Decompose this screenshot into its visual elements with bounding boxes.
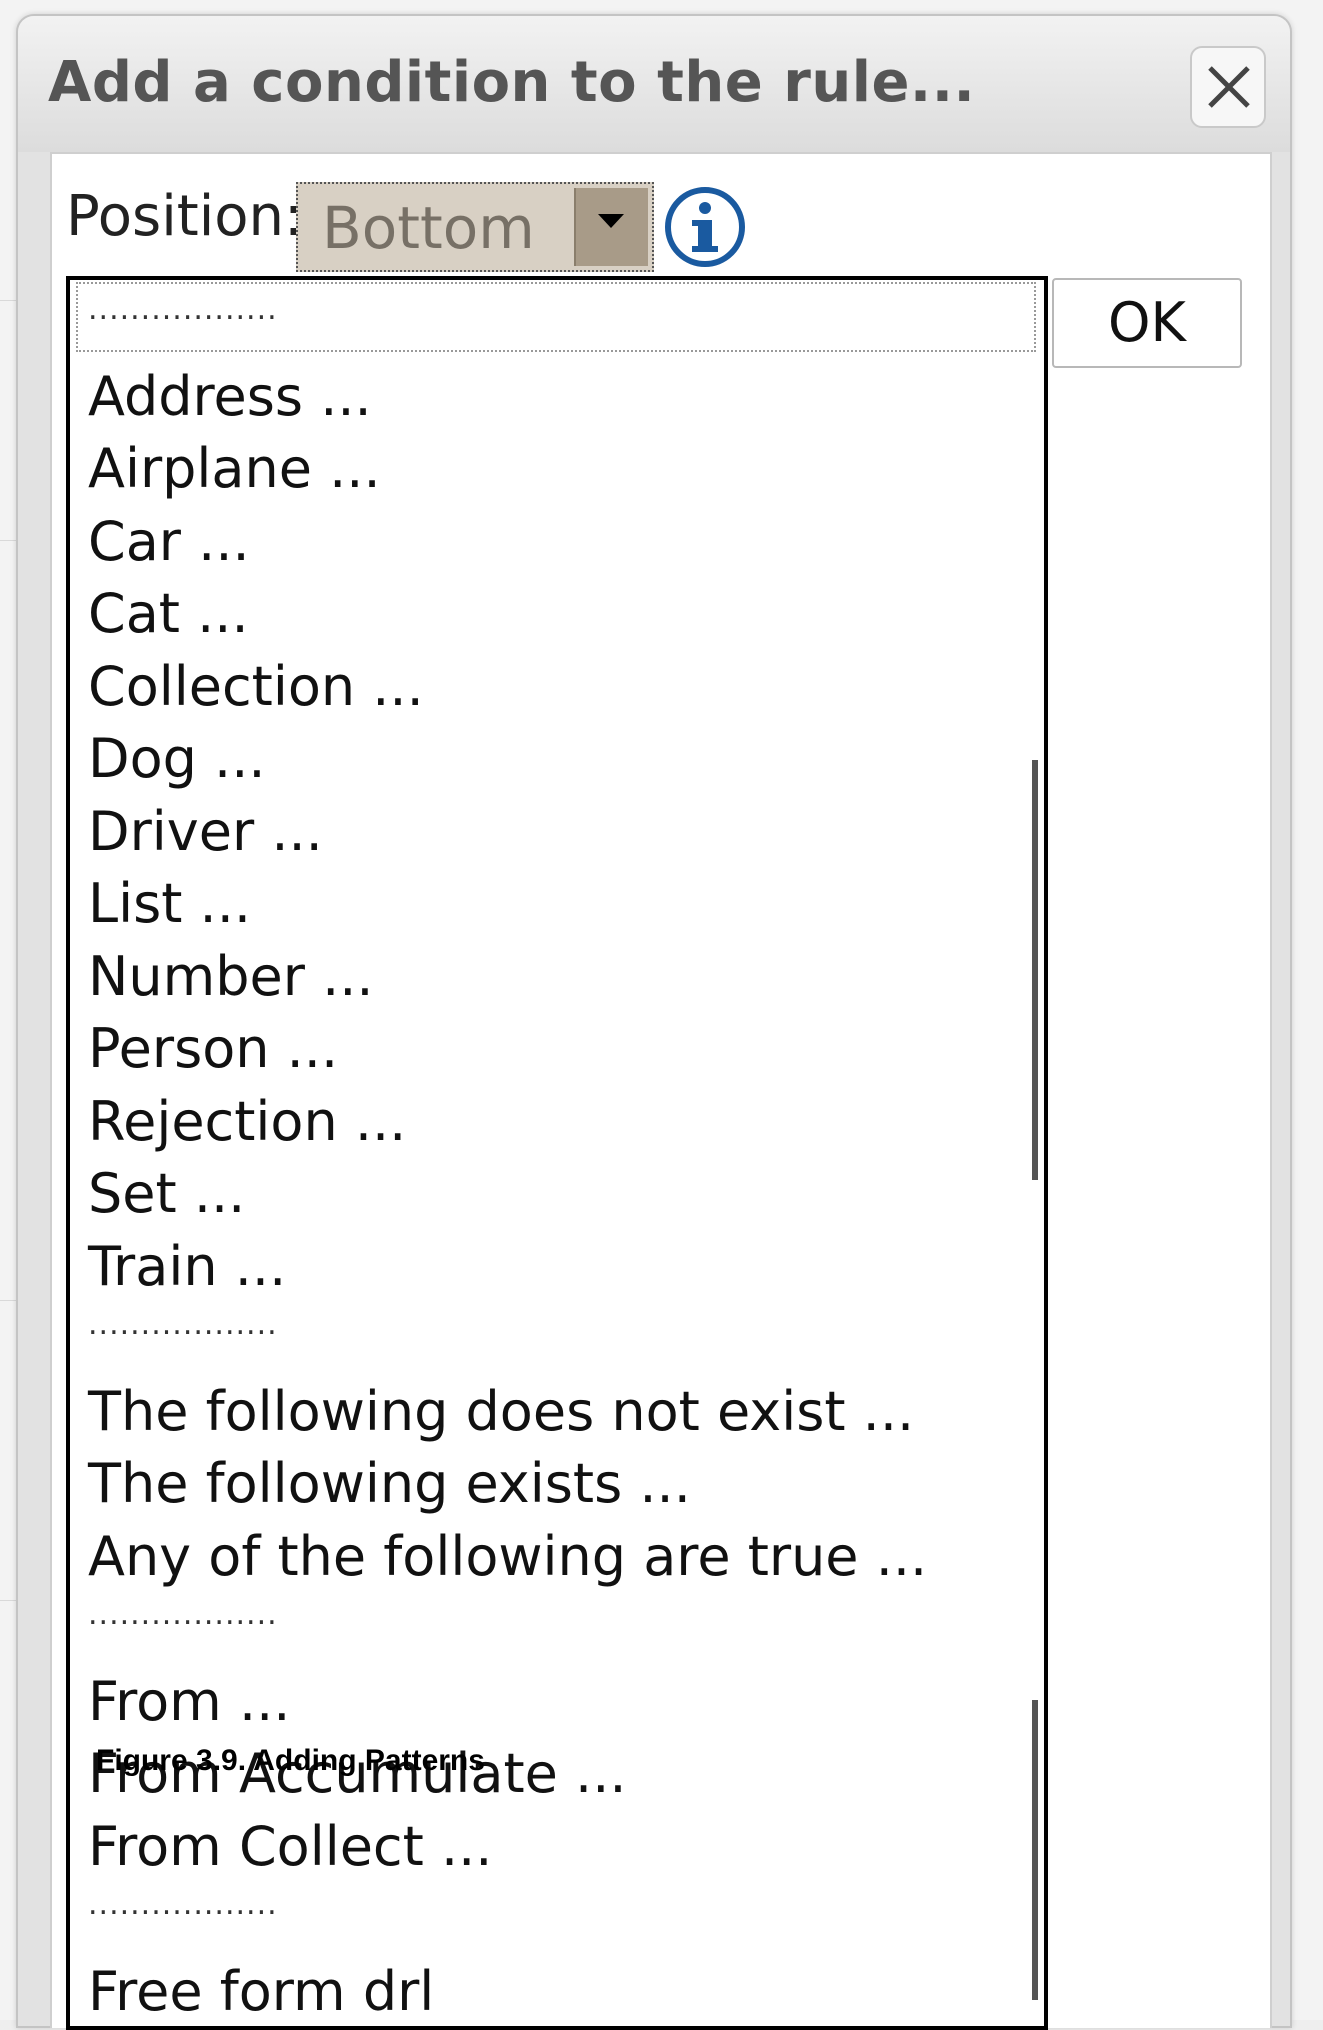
close-button[interactable] bbox=[1190, 46, 1266, 128]
position-label: Position: bbox=[66, 184, 303, 249]
figure-caption: Figure 3.9. Adding Patterns bbox=[96, 1744, 485, 1777]
list-separator[interactable]: .................. bbox=[88, 280, 278, 346]
list-option[interactable]: Airplane ... bbox=[88, 433, 381, 505]
list-option[interactable]: Person ... bbox=[88, 1013, 338, 1085]
position-select-value: Bottom bbox=[322, 194, 535, 262]
list-option[interactable]: Car ... bbox=[88, 506, 250, 578]
ok-button[interactable]: OK bbox=[1052, 278, 1242, 368]
list-option[interactable]: Set ... bbox=[88, 1158, 245, 1230]
list-option[interactable]: The following does not exist ... bbox=[88, 1376, 914, 1448]
close-icon bbox=[1208, 66, 1250, 108]
list-separator[interactable]: .................. bbox=[88, 1869, 278, 1941]
list-separator[interactable]: .................. bbox=[88, 1289, 278, 1361]
list-option[interactable]: Number ... bbox=[88, 941, 374, 1013]
list-scrollbar-track[interactable] bbox=[1032, 760, 1038, 1180]
list-option[interactable]: Cat ... bbox=[88, 578, 249, 650]
list-separator[interactable]: .................. bbox=[88, 1579, 278, 1651]
list-option[interactable]: From ... bbox=[88, 1666, 290, 1738]
list-scrollbar-track[interactable] bbox=[1032, 1700, 1038, 2000]
dropdown-arrow[interactable] bbox=[574, 188, 648, 266]
dialog-title: Add a condition to the rule... bbox=[48, 50, 976, 115]
list-option[interactable]: Dog ... bbox=[88, 723, 266, 795]
add-condition-dialog: Add a condition to the rule... Position:… bbox=[16, 14, 1292, 2030]
info-icon[interactable] bbox=[664, 186, 746, 268]
list-option[interactable]: Rejection ... bbox=[88, 1086, 406, 1158]
list-option[interactable]: List ... bbox=[88, 868, 251, 940]
list-option[interactable]: Collection ... bbox=[88, 651, 424, 723]
dialog-titlebar[interactable]: Add a condition to the rule... bbox=[18, 16, 1290, 152]
list-option[interactable]: Address ... bbox=[88, 361, 372, 433]
chevron-down-icon bbox=[598, 214, 624, 228]
list-option[interactable]: The following exists ... bbox=[88, 1448, 691, 1520]
position-select[interactable]: Bottom bbox=[296, 182, 654, 272]
list-option[interactable]: Free form drl bbox=[88, 1956, 434, 2027]
list-option[interactable]: Driver ... bbox=[88, 796, 323, 868]
